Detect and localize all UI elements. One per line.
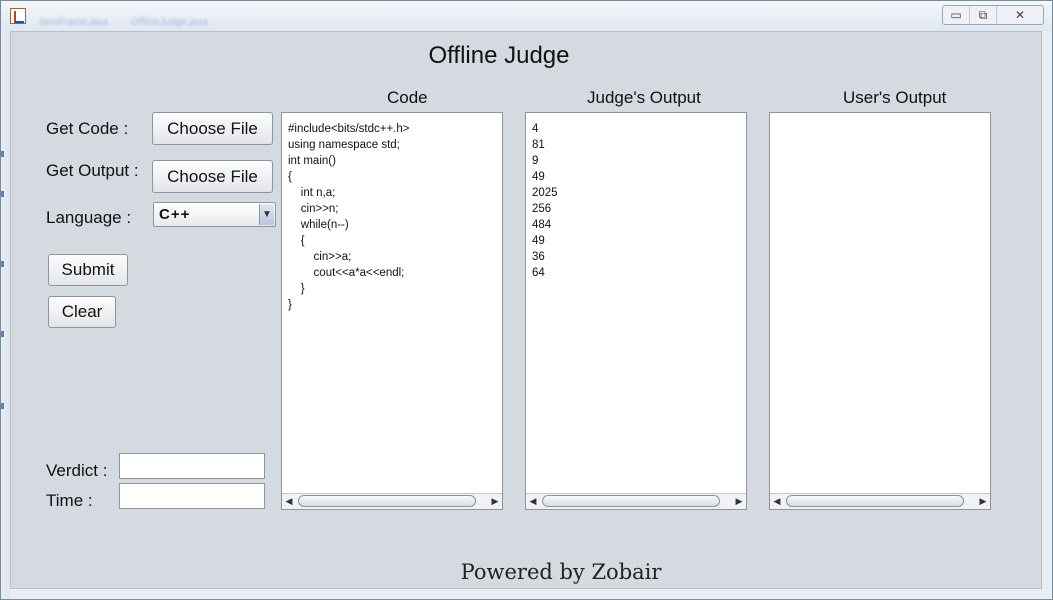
choose-output-file-button[interactable]: Choose File [152,160,273,193]
code-text-area[interactable]: #include<bits/stdc++.h> using namespace … [281,112,503,510]
user-output-column-header: User's Output [843,88,947,107]
app-window: ItemFrame.java OfflineJudge.java ▭ ⧉ ✕ O… [0,0,1053,600]
code-column-header: Code [387,88,428,107]
horizontal-scrollbar[interactable]: ◀ ▶ [282,493,502,509]
close-button[interactable]: ✕ [996,6,1043,24]
scrollbar-thumb[interactable] [298,495,476,507]
left-edge-strip [1,31,10,599]
scroll-right-icon[interactable]: ▶ [977,495,989,508]
scroll-left-icon[interactable]: ◀ [283,495,295,508]
scroll-right-icon[interactable]: ▶ [489,495,501,508]
main-panel: Offline Judge Code Judge's Output User's… [10,31,1042,589]
horizontal-scrollbar[interactable]: ◀ ▶ [526,493,746,509]
title-bar: ItemFrame.java OfflineJudge.java ▭ ⧉ ✕ [1,1,1052,31]
maximize-button[interactable]: ⧉ [969,6,996,24]
window-controls: ▭ ⧉ ✕ [942,5,1044,25]
language-label: Language : [46,208,132,227]
time-field[interactable] [119,483,265,509]
verdict-field[interactable] [119,453,265,479]
page-title: Offline Judge [428,42,570,69]
blurred-tab-2: OfflineJudge.java [130,17,209,28]
scroll-right-icon[interactable]: ▶ [733,495,745,508]
judge-output-text-area[interactable]: 4 81 9 49 2025 256 484 49 36 64 ◀ ▶ [525,112,747,510]
language-select[interactable]: C++ ▼ [153,202,276,227]
judge-output-text: 4 81 9 49 2025 256 484 49 36 64 [532,123,558,279]
verdict-label: Verdict : [46,461,108,480]
code-text: #include<bits/stdc++.h> using namespace … [288,123,410,311]
time-label: Time : [46,491,93,510]
horizontal-scrollbar[interactable]: ◀ ▶ [770,493,990,509]
blurred-taskbar-tabs: ItemFrame.java OfflineJudge.java [39,12,319,28]
scroll-left-icon[interactable]: ◀ [771,495,783,508]
minimize-button[interactable]: ▭ [943,6,969,24]
get-output-label: Get Output : [46,161,139,180]
get-code-label: Get Code : [46,119,129,138]
chevron-down-icon[interactable]: ▼ [259,204,274,225]
clear-button[interactable]: Clear [48,296,116,328]
footer-credit: Powered by Zobair [460,560,662,584]
submit-button[interactable]: Submit [48,254,128,286]
judge-output-column-header: Judge's Output [587,88,701,107]
language-select-value: C++ [159,206,191,223]
scroll-left-icon[interactable]: ◀ [527,495,539,508]
choose-code-file-button[interactable]: Choose File [152,112,273,145]
scrollbar-thumb[interactable] [542,495,720,507]
java-app-icon [10,8,26,24]
user-output-text-area[interactable]: ◀ ▶ [769,112,991,510]
scrollbar-thumb[interactable] [786,495,964,507]
blurred-tab-1: ItemFrame.java [39,17,109,28]
